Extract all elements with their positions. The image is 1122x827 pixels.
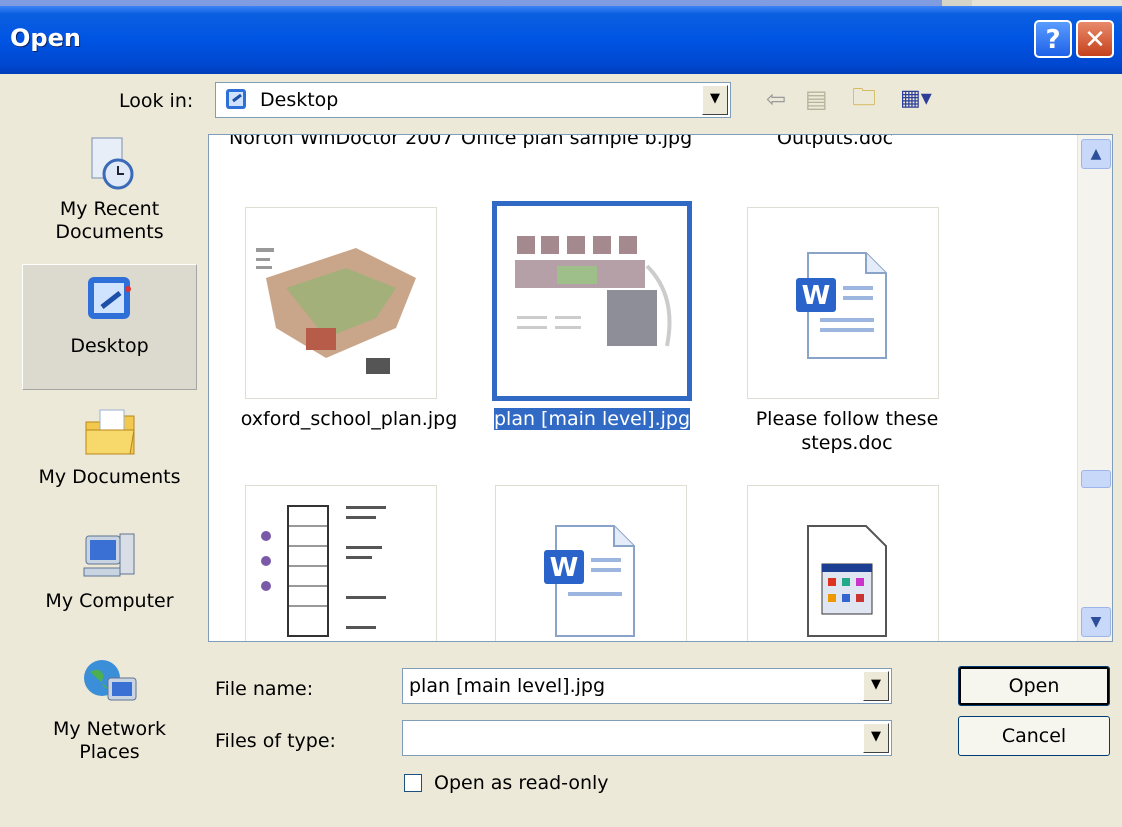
scroll-thumb[interactable]: [1081, 470, 1111, 488]
place-my-network-places[interactable]: My Network Places: [22, 654, 197, 794]
file-thumbnail-diagram[interactable]: [245, 485, 437, 641]
file-name-label: oxford_school_plan.jpg: [240, 408, 458, 430]
my-computer-icon: [83, 533, 134, 577]
file-name-value: plan [main level].jpg: [409, 675, 606, 697]
file-name-label-selected: plan [main level].jpg: [493, 408, 691, 430]
look-in-value: Desktop: [260, 89, 339, 111]
vertical-scrollbar[interactable]: ▲ ▼: [1077, 135, 1112, 641]
recent-documents-icon: [91, 137, 133, 190]
place-my-computer[interactable]: My Computer: [22, 526, 197, 636]
place-desktop[interactable]: Desktop: [22, 264, 197, 390]
file-thumbnail-oxford-school-plan[interactable]: [245, 207, 437, 399]
read-only-label: Open as read-only: [434, 772, 609, 794]
file-name-label: File name:: [215, 678, 314, 700]
file-name-label: Please follow these steps.doc: [755, 408, 939, 454]
help-button[interactable]: ?: [1034, 20, 1072, 58]
chevron-down-icon[interactable]: ▼: [863, 723, 889, 753]
files-of-type-label: Files of type:: [215, 730, 336, 752]
word-document-icon: W: [544, 525, 635, 637]
my-documents-icon: [85, 409, 135, 455]
view-menu-icon[interactable]: ▦▾: [900, 84, 932, 114]
place-label: Documents: [55, 221, 164, 243]
file-name-input[interactable]: plan [main level].jpg ▼: [402, 668, 892, 704]
file-label-cut: Outputs.doc: [777, 134, 894, 149]
file-thumbnail-plan-main-level[interactable]: [492, 201, 692, 401]
file-list[interactable]: Norton WinDoctor 2007 Office plan sample…: [208, 134, 1113, 642]
desktop-icon: [87, 277, 131, 319]
svg-text:W: W: [550, 553, 579, 583]
close-button[interactable]: ✕: [1076, 20, 1114, 58]
place-label: My Network: [52, 718, 166, 740]
file-thumbnail-application[interactable]: [747, 485, 939, 641]
cancel-button[interactable]: Cancel: [958, 716, 1110, 756]
dialog-title: Open: [10, 24, 81, 52]
places-bar: My Recent Documents Desktop My Documents…: [22, 134, 197, 799]
up-folder-icon[interactable]: ▤: [805, 84, 828, 114]
chevron-down-icon[interactable]: ▼: [702, 85, 728, 115]
place-label: My Computer: [45, 590, 174, 612]
new-folder-icon[interactable]: 🗀: [852, 82, 876, 112]
place-my-recent-documents[interactable]: My Recent Documents: [22, 134, 197, 260]
file-label-cut: Office plan sample b.jpg: [461, 134, 693, 149]
file-thumbnail-word-document[interactable]: W: [495, 485, 687, 641]
floor-plan-image: [515, 236, 672, 347]
file-thumbnail-please-follow-these-steps[interactable]: W: [747, 207, 939, 399]
files-of-type-select[interactable]: ▼: [402, 720, 892, 756]
desktop-small-icon: [226, 89, 246, 109]
look-in-select[interactable]: Desktop ▼: [215, 82, 731, 118]
place-label: Places: [79, 741, 140, 763]
title-bar: Open ? ✕: [0, 6, 1122, 74]
diagram-image: [261, 505, 386, 637]
look-in-label: Look in:: [119, 90, 194, 112]
svg-text:W: W: [802, 281, 831, 311]
close-icon: ✕: [1084, 25, 1106, 55]
word-document-icon: W: [796, 252, 887, 359]
back-arrow-icon[interactable]: ⇦: [766, 84, 786, 114]
scroll-down-icon[interactable]: ▼: [1081, 607, 1111, 637]
floor-plan-image: [256, 248, 416, 374]
place-label: Desktop: [70, 335, 149, 357]
place-label: My Recent: [59, 198, 160, 220]
chevron-down-icon[interactable]: ▼: [863, 671, 889, 701]
place-label: My Documents: [38, 466, 181, 488]
file-label-cut: Norton WinDoctor 2007: [229, 134, 454, 149]
read-only-checkbox[interactable]: [404, 774, 422, 792]
help-icon: ?: [1045, 25, 1061, 55]
application-file-icon: [807, 525, 887, 637]
network-places-icon: [83, 660, 136, 701]
scroll-up-icon[interactable]: ▲: [1081, 139, 1111, 169]
open-button[interactable]: Open: [958, 666, 1110, 706]
place-my-documents[interactable]: My Documents: [22, 396, 197, 512]
